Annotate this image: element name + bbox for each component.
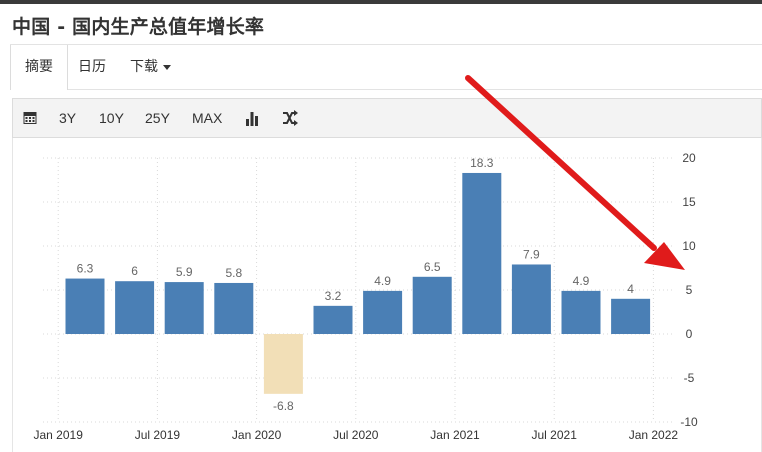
y-tick-label: -10 xyxy=(680,415,698,429)
chart-toolbar: 3Y 10Y 25Y MAX xyxy=(12,98,762,138)
bar xyxy=(115,281,155,334)
y-tick-label: 5 xyxy=(686,283,693,297)
chevron-down-icon xyxy=(163,64,171,70)
page-title: 中国 - 国内生产总值年增长率 xyxy=(12,16,265,38)
x-tick-label: Jan 2022 xyxy=(629,428,679,442)
top-bar xyxy=(0,0,762,4)
gdp-growth-chart: 20 15 10 5 0 -5 -10 Jan 2019 Jul 2019 Jan 2020 Jul… xyxy=(34,151,698,442)
bar-value-label: 4.9 xyxy=(573,274,590,288)
bar-value-label: 7.9 xyxy=(523,247,540,261)
bar-value-label: -6.8 xyxy=(273,399,294,413)
shuffle-icon[interactable] xyxy=(282,99,298,137)
bar xyxy=(164,282,204,334)
chart-area: 20 15 10 5 0 -5 -10 Jan 2019 Jul 2019 Jan 2020 Jul… xyxy=(12,138,762,452)
x-tick-label: Jul 2020 xyxy=(333,428,379,442)
bar xyxy=(313,305,353,334)
y-tick-label: 0 xyxy=(686,327,693,341)
range-10y-button[interactable]: 10Y xyxy=(99,99,124,137)
bar xyxy=(263,334,303,394)
y-tick-label: 20 xyxy=(682,151,696,165)
tab-summary-label: 摘要 xyxy=(25,59,53,75)
bar xyxy=(412,276,452,334)
tab-summary[interactable]: 摘要 xyxy=(10,45,68,90)
bar-value-label: 4 xyxy=(627,282,634,296)
bar xyxy=(511,264,551,334)
tab-download-label: 下载 xyxy=(130,59,158,75)
bar-chart-icon[interactable] xyxy=(245,99,259,137)
bar xyxy=(611,298,651,334)
range-3y-button[interactable]: 3Y xyxy=(59,99,76,137)
x-tick-label: Jul 2019 xyxy=(135,428,181,442)
bar xyxy=(462,172,502,334)
bar xyxy=(214,282,254,334)
x-tick-label: Jul 2021 xyxy=(532,428,578,442)
calendar-icon[interactable] xyxy=(23,99,37,137)
tab-download[interactable]: 下载 xyxy=(130,45,171,89)
x-tick-label: Jan 2020 xyxy=(232,428,282,442)
range-25y-button[interactable]: 25Y xyxy=(145,99,170,137)
y-tick-label: 15 xyxy=(682,195,696,209)
bar-value-label: 4.9 xyxy=(374,274,391,288)
x-tick-label: Jan 2019 xyxy=(34,428,84,442)
bar-value-label: 18.3 xyxy=(470,156,494,170)
bar xyxy=(363,290,403,334)
x-tick-label: Jan 2021 xyxy=(430,428,480,442)
bar xyxy=(65,278,105,334)
range-max-button[interactable]: MAX xyxy=(192,99,222,137)
bar-value-label: 3.2 xyxy=(325,289,342,303)
bar xyxy=(561,290,601,334)
bar-value-label: 6.3 xyxy=(77,262,94,276)
bar-value-label: 6.5 xyxy=(424,260,441,274)
bar-value-label: 6 xyxy=(131,264,138,278)
y-tick-label: 10 xyxy=(682,239,696,253)
tab-bar: 摘要 日历 下载 xyxy=(10,44,762,90)
bar-value-label: 5.8 xyxy=(225,266,242,280)
tab-calendar-label: 日历 xyxy=(78,59,106,75)
bar-value-label: 5.9 xyxy=(176,265,193,279)
y-tick-label: -5 xyxy=(684,371,695,385)
tab-calendar[interactable]: 日历 xyxy=(78,45,106,89)
